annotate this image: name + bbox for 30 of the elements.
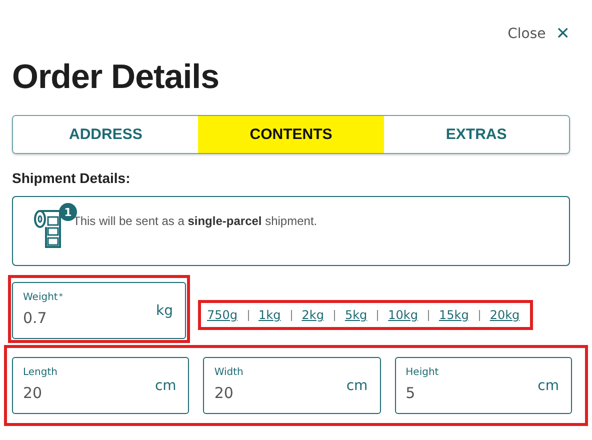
weight-preset-link[interactable]: 20kg: [490, 308, 520, 322]
weight-preset-link[interactable]: 5kg: [344, 308, 368, 322]
section-heading: Shipment Details:: [12, 170, 132, 186]
input-field[interactable]: Height 5 cm: [394, 357, 572, 414]
unit-label: cm: [154, 378, 176, 394]
field-label: Width: [214, 367, 244, 378]
field-value: 5: [406, 384, 416, 402]
field-label: Height: [406, 367, 439, 378]
tab[interactable]: EXTRAS: [384, 116, 569, 153]
field-value: 20: [214, 384, 234, 402]
weight-preset-link[interactable]: 2kg: [302, 308, 324, 322]
unit-label: cm: [346, 378, 368, 394]
page-title: Order Details: [12, 58, 220, 97]
input-field[interactable]: Width 20 cm: [203, 357, 381, 414]
input-field[interactable]: Weight* 0.7 kg: [12, 282, 186, 339]
weight-preset-link[interactable]: 750g: [207, 308, 238, 322]
required-mark: *: [58, 292, 63, 301]
close-button[interactable]: Close ✕: [508, 24, 570, 44]
field-value: 20: [23, 384, 42, 402]
unit-label: cm: [538, 378, 559, 394]
field-label: Length: [23, 367, 58, 378]
input-field[interactable]: Length 20 cm: [12, 357, 190, 414]
weight-preset-link[interactable]: 15kg: [438, 308, 469, 322]
weight-preset-link[interactable]: 10kg: [388, 308, 418, 322]
unit-label: kg: [156, 303, 173, 319]
tab[interactable]: CONTENTS: [198, 116, 384, 153]
weight-preset-link[interactable]: 1kg: [258, 308, 281, 322]
field-value: 0.7: [23, 309, 47, 327]
field-label: Weight: [23, 292, 58, 303]
tab[interactable]: ADDRESS: [13, 116, 198, 153]
